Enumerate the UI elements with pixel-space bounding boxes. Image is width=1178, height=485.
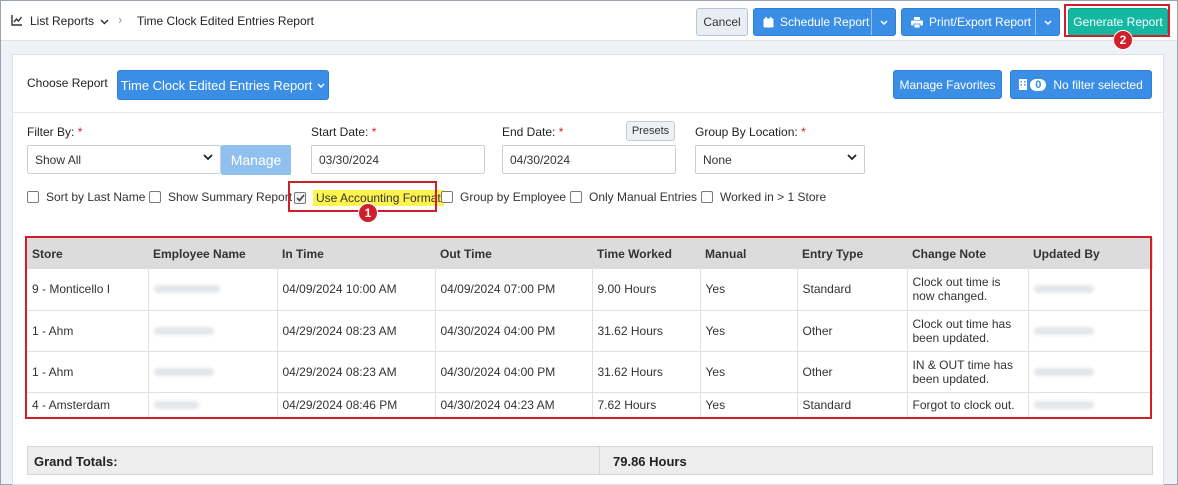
- group-by-location-select[interactable]: None: [695, 145, 865, 174]
- chevron-down-icon: [203, 154, 213, 161]
- print-export-dropdown-toggle[interactable]: [1035, 9, 1059, 35]
- schedule-report-label: Schedule Report: [780, 15, 870, 29]
- checkbox[interactable]: [27, 191, 39, 203]
- print-export-label: Print/Export Report: [929, 15, 1032, 29]
- filter-by-label: Filter By: *: [27, 125, 83, 139]
- chevron-down-icon: [317, 83, 325, 88]
- breadcrumb-separator-icon: ›: [118, 12, 123, 27]
- chevron-down-icon: [1043, 19, 1052, 25]
- filter-by-value: Show All: [35, 152, 82, 167]
- top-bar: List Reports › Time Clock Edited Entries…: [1, 1, 1177, 41]
- printer-icon: [911, 16, 923, 28]
- checkbox[interactable]: [441, 191, 453, 203]
- schedule-report-button[interactable]: Schedule Report: [753, 8, 896, 36]
- show-summary-option[interactable]: Show Summary Report: [149, 190, 292, 204]
- start-date-label: Start Date: *: [311, 125, 377, 139]
- filter-status-button[interactable]: 0 No filter selected: [1010, 70, 1152, 99]
- sort-by-last-name-option[interactable]: Sort by Last Name: [27, 190, 145, 204]
- worked-multi-store-option[interactable]: Worked in > 1 Store: [701, 190, 826, 204]
- print-export-button[interactable]: Print/Export Report: [901, 8, 1060, 36]
- filter-by-select[interactable]: Show All: [27, 145, 221, 174]
- choose-report-value: Time Clock Edited Entries Report: [120, 77, 313, 93]
- list-reports-menu[interactable]: List Reports: [30, 14, 109, 28]
- chevron-down-icon: [879, 19, 888, 25]
- grand-totals-label: Grand Totals:: [34, 454, 118, 469]
- filter-status-label: No filter selected: [1053, 77, 1143, 92]
- breadcrumb-current: Time Clock Edited Entries Report: [137, 14, 314, 28]
- panel-header: Choose Report Time Clock Edited Entries …: [13, 55, 1163, 113]
- group-by-employee-option[interactable]: Group by Employee: [441, 190, 566, 204]
- report-panel: Choose Report Time Clock Edited Entries …: [12, 54, 1164, 485]
- choose-report-dropdown[interactable]: Time Clock Edited Entries Report: [117, 70, 329, 100]
- presets-button[interactable]: Presets: [626, 121, 675, 141]
- end-date-label: End Date: *: [502, 125, 564, 139]
- only-manual-entries-option[interactable]: Only Manual Entries: [570, 190, 697, 204]
- table-highlight-box: [25, 236, 1152, 419]
- group-by-location-label: Group By Location: *: [695, 125, 806, 139]
- grand-totals-value: 79.86 Hours: [613, 454, 687, 469]
- manage-filter-button[interactable]: Manage: [221, 145, 291, 175]
- checkbox[interactable]: [701, 191, 713, 203]
- start-date-input[interactable]: 03/30/2024: [311, 145, 485, 174]
- cancel-button[interactable]: Cancel: [696, 8, 748, 36]
- calendar-icon: [763, 16, 774, 27]
- choose-report-label: Choose Report: [27, 76, 108, 90]
- callout-badge-2: 2: [1113, 30, 1133, 50]
- checkbox[interactable]: [570, 191, 582, 203]
- line-chart-icon: [11, 15, 23, 26]
- totals-divider: [599, 447, 600, 474]
- schedule-dropdown-toggle[interactable]: [871, 9, 895, 35]
- chevron-down-icon: [100, 19, 109, 25]
- checkbox[interactable]: [149, 191, 161, 203]
- callout-badge-1: 1: [358, 203, 378, 223]
- list-reports-label: List Reports: [30, 14, 95, 28]
- chevron-down-icon: [847, 154, 857, 161]
- filter-count-pill: 0: [1030, 78, 1047, 91]
- building-icon: [1019, 79, 1028, 90]
- end-date-input[interactable]: 04/30/2024: [502, 145, 676, 174]
- manage-favorites-button[interactable]: Manage Favorites: [893, 70, 1002, 99]
- group-by-location-value: None: [703, 152, 732, 167]
- grand-totals-bar: Grand Totals: 79.86 Hours: [27, 446, 1153, 475]
